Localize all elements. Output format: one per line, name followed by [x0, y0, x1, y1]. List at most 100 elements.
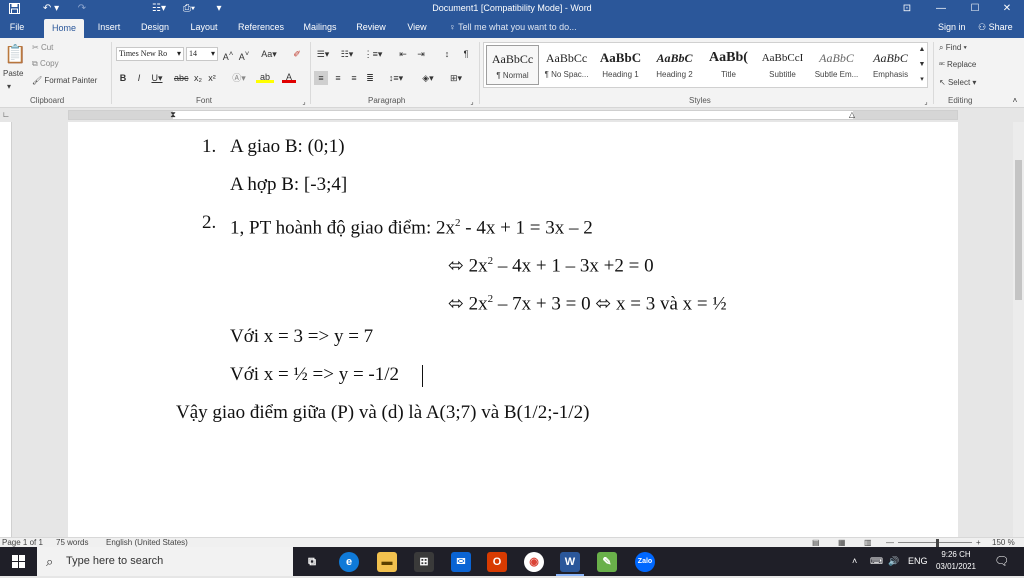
multilevel-list-icon[interactable]: ⋮≡▾ [363, 47, 383, 61]
paint-app-icon[interactable]: ✎ [597, 552, 617, 572]
text-effects-icon[interactable]: Ⓐ▾ [232, 71, 246, 85]
font-size-box[interactable]: 14 ▾ [186, 47, 218, 61]
horizontal-ruler[interactable]: ∟ ⧗ △ [0, 108, 1024, 122]
style-subtle-emphasis[interactable]: AaBbC Subtle Em... [810, 45, 863, 85]
scrollbar-thumb[interactable] [1015, 160, 1022, 300]
mail-icon[interactable]: ✉ [451, 552, 471, 572]
tab-file[interactable]: File [4, 17, 30, 38]
style-normal[interactable]: AaBbCc ¶ Normal [486, 45, 539, 85]
replace-button[interactable]: ᵃᶜ Replace [939, 58, 976, 72]
grow-font-icon[interactable]: A˄ [222, 47, 234, 62]
copy-button[interactable]: ⧉ Copy [32, 57, 59, 71]
collapse-ribbon-icon[interactable]: ˄ [1010, 94, 1020, 108]
customize-qat-icon[interactable]: ▾ [213, 0, 225, 17]
system-clock[interactable]: 9:26 CH 03/01/2021 [928, 549, 984, 573]
tab-insert[interactable]: Insert [92, 17, 126, 38]
clear-formatting-icon[interactable]: ✐ [290, 47, 304, 61]
change-case-icon[interactable]: Aa▾ [258, 47, 280, 61]
tab-references[interactable]: References [233, 17, 289, 38]
tell-me-box[interactable]: ♀ Tell me what you want to do... [449, 17, 577, 38]
gallery-scroll-down-icon[interactable]: ▼ [917, 58, 927, 72]
paragraph-line[interactable]: Với x = 3 => y = 7 [230, 325, 373, 349]
font-color-icon[interactable]: A [282, 71, 296, 83]
tab-view[interactable]: View [400, 17, 434, 38]
paragraph-line[interactable]: Với x = ½ => y = -1/2 [230, 363, 399, 387]
zoom-slider[interactable] [898, 542, 972, 543]
volume-icon[interactable]: 🔊 [888, 547, 899, 576]
file-explorer-icon[interactable]: ▬ [377, 552, 397, 572]
right-indent-marker-icon[interactable]: △ [847, 108, 857, 122]
ruler-bar[interactable] [68, 110, 958, 120]
bullets-icon[interactable]: ☰▾ [314, 47, 332, 61]
style-emphasis[interactable]: AaBbC Emphasis [864, 45, 917, 85]
tab-mailings[interactable]: Mailings [299, 17, 341, 38]
increase-indent-icon[interactable]: ⇥ [414, 47, 428, 61]
tab-review[interactable]: Review [353, 17, 389, 38]
superscript-icon[interactable]: x² [206, 71, 218, 85]
line-spacing-icon[interactable]: ↕≡▾ [386, 71, 406, 85]
save-icon[interactable] [6, 0, 22, 17]
touch-mode-icon[interactable]: ☷▾ [148, 0, 170, 17]
underline-icon[interactable]: U▾ [150, 71, 164, 85]
style-no-spacing[interactable]: AaBbCc ¶ No Spac... [540, 45, 593, 85]
word-app-icon[interactable]: W [560, 552, 580, 572]
paragraph-line[interactable]: Vậy giao điểm giữa (P) và (d) là A(3;7) … [176, 401, 589, 425]
font-name-box[interactable]: Times New Ro ▾ [116, 47, 184, 61]
shrink-font-icon[interactable]: A˅ [238, 47, 250, 62]
sign-in-link[interactable]: Sign in [938, 17, 966, 38]
align-right-icon[interactable]: ≡ [347, 71, 361, 85]
style-title[interactable]: AaBb(Title [702, 45, 755, 85]
tab-home[interactable]: Home [44, 19, 84, 38]
strikethrough-icon[interactable]: abc [174, 71, 189, 85]
zalo-icon[interactable]: Zalo [635, 552, 655, 572]
sort-icon[interactable]: ↕ [440, 47, 454, 61]
network-icon[interactable]: ⌨ [870, 547, 883, 576]
tab-design[interactable]: Design [137, 17, 173, 38]
gallery-more-icon[interactable]: ▾ [917, 73, 927, 87]
paragraph-line[interactable]: ⬄ 2x2 – 7x + 3 = 0 ⬄ x = 3 và x = ½ [448, 287, 727, 314]
print-preview-icon[interactable]: ⎙▾ [178, 0, 200, 17]
style-subtitle[interactable]: AaBbCcI Subtitle [756, 45, 809, 85]
task-view-icon[interactable]: ⧉ [302, 552, 322, 572]
input-language[interactable]: ENG [908, 547, 928, 576]
borders-icon[interactable]: ⊞▾ [446, 71, 466, 85]
subscript-icon[interactable]: x₂ [192, 71, 204, 85]
undo-icon[interactable]: ↶ ▾ [38, 0, 64, 17]
tab-selector-icon[interactable]: ∟ [1, 108, 11, 122]
select-button[interactable]: ↖ Select ▾ [939, 76, 976, 90]
style-heading-2[interactable]: AaBbC Heading 2 [648, 45, 701, 85]
decrease-indent-icon[interactable]: ⇤ [396, 47, 410, 61]
paragraph-line[interactable]: A hợp B: [-3;4] [230, 173, 347, 197]
list-item[interactable]: 1. A giao B: (0;1) [202, 135, 345, 159]
shading-icon[interactable]: ◈▾ [418, 71, 438, 85]
align-center-icon[interactable]: ≡ [331, 71, 345, 85]
close-button[interactable]: ✕ [990, 0, 1024, 17]
justify-icon[interactable]: ≣ [363, 71, 377, 85]
tray-overflow-icon[interactable]: ˄ [852, 547, 857, 576]
zoom-slider-thumb[interactable] [936, 539, 939, 547]
windows-start-button[interactable] [0, 547, 37, 576]
numbering-icon[interactable]: ☷▾ [338, 47, 356, 61]
paste-dropdown-icon[interactable]: ▾ [7, 80, 11, 94]
share-button[interactable]: ⚇ Share [978, 17, 1013, 38]
paste-button[interactable]: Paste [3, 67, 23, 81]
list-item[interactable]: 2. 1, PT hoành độ giao điểm: 2x2 - 4x + … [202, 211, 593, 238]
format-painter-button[interactable]: 🖌 Format Painter [32, 74, 97, 88]
show-formatting-icon[interactable]: ¶ [460, 47, 472, 61]
find-button[interactable]: ⌕ Find ▾ [939, 41, 967, 55]
microsoft-store-icon[interactable]: ⊞ [414, 552, 434, 572]
tab-layout[interactable]: Layout [185, 17, 223, 38]
notifications-icon[interactable]: 🗨 [994, 547, 1009, 576]
indent-marker-icon[interactable]: ⧗ [168, 108, 178, 122]
paragraph-line[interactable]: ⬄ 2x2 – 4x + 1 – 3x +2 = 0 [448, 249, 654, 276]
taskbar-search-box[interactable]: ⌕ Type here to search [37, 547, 293, 576]
minimize-button[interactable]: — [924, 0, 958, 17]
vertical-ruler[interactable] [0, 122, 12, 537]
cut-button[interactable]: ✂ Cut [32, 41, 53, 55]
document-page[interactable]: 1. A giao B: (0;1) A hợp B: [-3;4] 2. 1,… [68, 122, 958, 537]
chrome-icon[interactable]: ◉ [524, 552, 544, 572]
vertical-scrollbar[interactable] [1013, 122, 1024, 537]
ribbon-display-options-button[interactable]: ⊡ [890, 0, 924, 17]
maximize-button[interactable]: ☐ [958, 0, 992, 17]
align-left-icon[interactable]: ≡ [314, 71, 328, 85]
